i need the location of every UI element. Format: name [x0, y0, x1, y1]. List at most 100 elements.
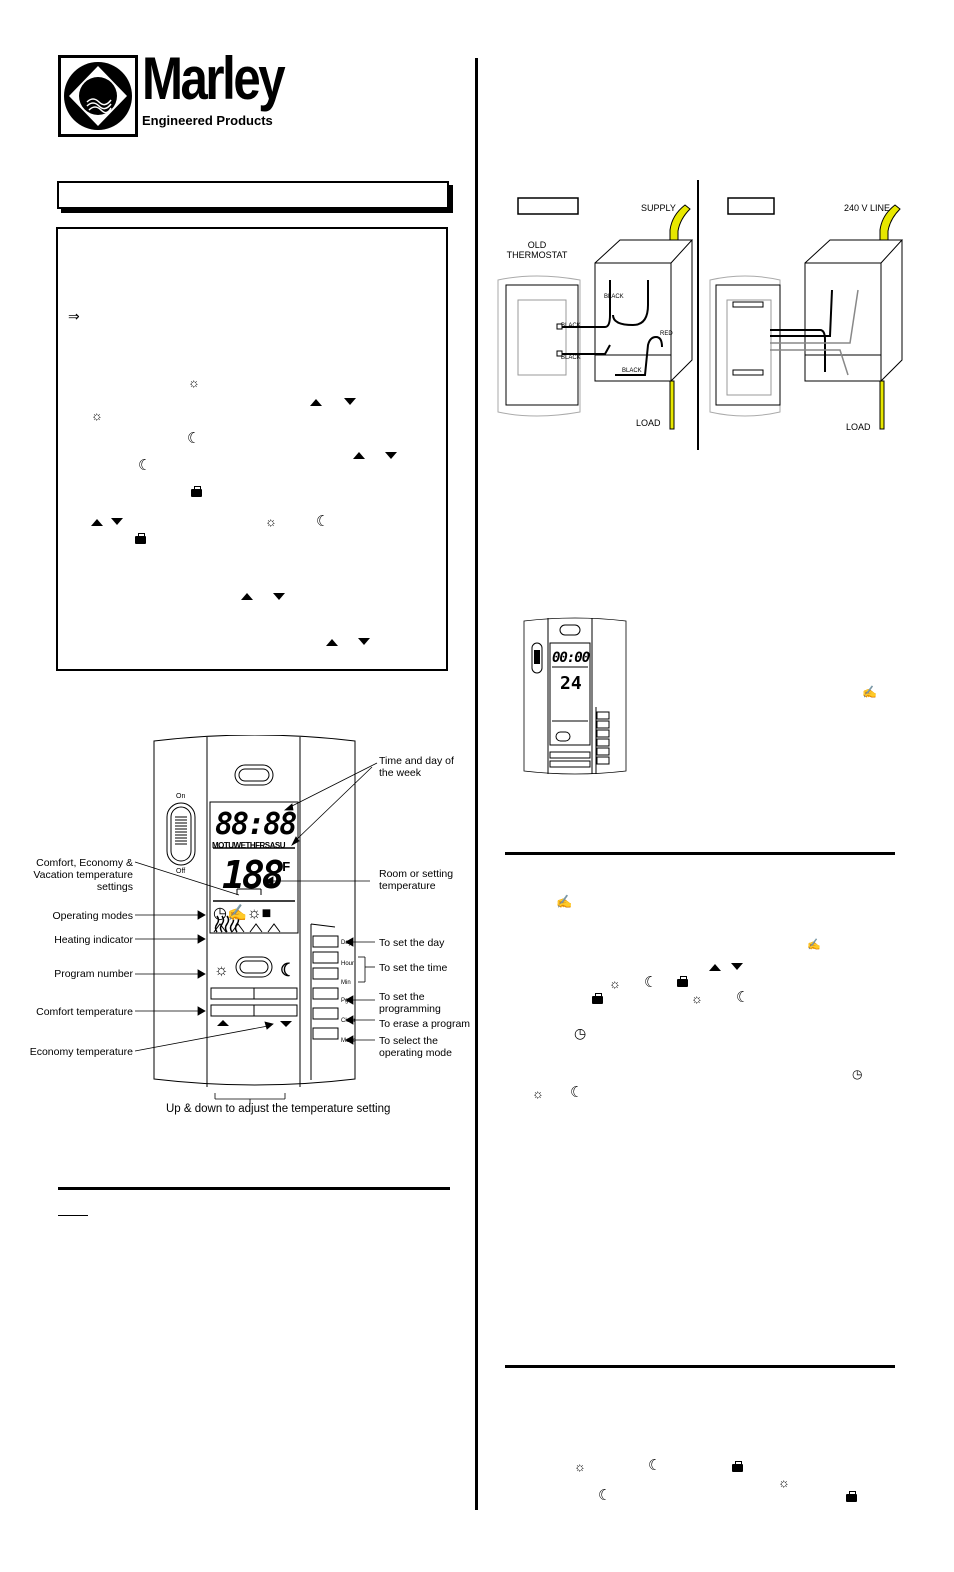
- auto-clock-icon: ◷: [213, 905, 227, 922]
- callout-operating-modes: Operating modes: [52, 910, 133, 922]
- section-divider: [505, 852, 895, 855]
- manual-hand-icon: ✍: [226, 905, 247, 922]
- hour-button[interactable]: Hour: [341, 961, 354, 967]
- callout-heating-indicator: Heating indicator: [54, 934, 133, 946]
- clear-button[interactable]: Clear: [341, 1018, 355, 1024]
- down-arrow-icon: [358, 638, 370, 645]
- wire-red-label: RED: [660, 331, 673, 337]
- callout-erase-program: To erase a program: [379, 1018, 471, 1030]
- marley-logo: Marley Engineered Products: [58, 49, 318, 139]
- mode-button[interactable]: Mode: [341, 1038, 356, 1044]
- suitcase-icon: [846, 1491, 857, 1502]
- sun-icon: ☼: [246, 905, 262, 922]
- manual-hand-icon: ✍: [556, 894, 573, 909]
- suitcase-icon: [135, 533, 146, 544]
- moon-icon: ☾: [570, 1084, 584, 1101]
- down-arrow-icon: [111, 518, 123, 525]
- sun-icon: ☼: [691, 991, 703, 1006]
- moon-icon: ☾: [316, 513, 330, 530]
- auto-clock-icon: ◷: [852, 1067, 863, 1081]
- moon-icon: ☾: [138, 457, 152, 474]
- comfort-button-icon[interactable]: ☼: [214, 962, 229, 980]
- logo-mark-icon: [58, 55, 138, 137]
- up-arrow-icon: [241, 593, 253, 600]
- callout-operating-mode: To select the operating mode: [379, 1035, 452, 1060]
- moon-icon: ☾: [736, 989, 750, 1006]
- wire-black-label: BLACK: [622, 368, 642, 374]
- sun-icon: ☼: [574, 1459, 586, 1474]
- wire-black-label: BLACK: [604, 294, 624, 300]
- small-time-display: 00:00: [552, 650, 590, 666]
- manual-hand-icon: ✍: [862, 685, 877, 699]
- manual-hand-icon: ✍: [807, 939, 821, 951]
- underline-mark: [58, 1215, 88, 1216]
- temp-display: 188: [222, 853, 285, 897]
- up-arrow-icon: [709, 964, 721, 971]
- small-temp-display: 24: [560, 673, 582, 694]
- thermostat-illustration: [134, 735, 378, 1104]
- day-button[interactable]: Day: [341, 940, 352, 946]
- callout-comfort-temperature: Comfort temperature: [36, 1006, 133, 1018]
- suitcase-icon: [191, 486, 202, 497]
- section-divider: [505, 1365, 895, 1368]
- down-arrow-icon: [385, 452, 397, 459]
- down-arrow-icon: [731, 963, 743, 970]
- section-title-box: [57, 181, 449, 209]
- min-button[interactable]: Min: [341, 980, 351, 986]
- moon-icon: ☾: [644, 974, 658, 991]
- sun-icon: ☼: [532, 1086, 544, 1101]
- quick-reference-box: ⇒ ☼ ☼ ☾ ☾ ☼ ☾: [56, 227, 448, 671]
- callout-economy-temperature: Economy temperature: [29, 1046, 133, 1058]
- supply-label: SUPPLY: [641, 203, 676, 213]
- auto-clock-icon: ◷: [574, 1025, 587, 1041]
- line-label: 240 V LINE: [844, 203, 891, 213]
- column-divider: [475, 58, 478, 1510]
- thermostat-diagram: 88:88 MOTUWETHFRSASU 188 °F ◷✍☼■ ☼ ☾ On …: [0, 735, 475, 1120]
- mode-icons: ◷✍☼■: [213, 903, 271, 923]
- sun-icon: ☼: [609, 976, 621, 991]
- load-label-right: LOAD: [846, 422, 871, 432]
- callout-set-time: To set the time: [379, 962, 448, 974]
- up-arrow-icon: [326, 639, 338, 646]
- callout-settings: Comfort, Economy & Vacation temperature …: [33, 857, 133, 894]
- callout-room-temperature: Room or setting temperature: [379, 868, 454, 893]
- suitcase-icon: ■: [261, 905, 272, 922]
- down-arrow-icon: [344, 398, 356, 405]
- moon-icon: ☾: [598, 1487, 612, 1504]
- time-display: 88:88: [215, 807, 297, 842]
- callout-set-programming: To set the programming: [379, 991, 441, 1016]
- caption-up-down: Up & down to adjust the temperature sett…: [166, 1103, 391, 1115]
- suitcase-icon: [677, 976, 688, 987]
- up-arrow-icon: [91, 519, 103, 526]
- moon-icon: ☾: [187, 430, 201, 447]
- wire-black-label: BLACK: [561, 355, 581, 361]
- suitcase-icon: [732, 1461, 743, 1472]
- small-thermostat-illustration: [523, 617, 627, 775]
- old-thermostat-label: OLD THERMOSTAT: [506, 240, 568, 260]
- up-arrow-icon: [353, 452, 365, 459]
- sun-icon: ☼: [265, 514, 277, 529]
- implies-arrow-icon: ⇒: [68, 308, 80, 324]
- switch-off-label: Off: [176, 868, 186, 875]
- pgm-button[interactable]: Pgm: [341, 998, 353, 1004]
- callout-time-day: Time and day of the week: [379, 755, 454, 780]
- wiring-diagrams: [497, 197, 904, 430]
- wire-black-label: BLACK: [561, 323, 581, 329]
- economy-button-icon[interactable]: ☾: [280, 960, 296, 981]
- brand-tagline: Engineered Products: [142, 113, 273, 128]
- days-display: MOTUWETHFRSASU: [212, 841, 286, 850]
- suitcase-icon: [592, 993, 603, 1004]
- up-arrow-icon: [310, 399, 322, 406]
- switch-on-label: On: [176, 793, 186, 800]
- down-arrow-icon: [273, 593, 285, 600]
- sun-icon: ☼: [778, 1475, 790, 1490]
- moon-icon: ☾: [648, 1457, 662, 1474]
- callout-set-day: To set the day: [379, 937, 445, 949]
- temp-unit: °F: [277, 859, 291, 874]
- sun-icon: ☼: [188, 375, 200, 390]
- load-label-left: LOAD: [636, 418, 661, 428]
- brand-name: Marley: [142, 45, 286, 112]
- section-divider: [58, 1187, 450, 1190]
- sun-icon: ☼: [91, 408, 103, 423]
- callout-program-number: Program number: [54, 968, 133, 980]
